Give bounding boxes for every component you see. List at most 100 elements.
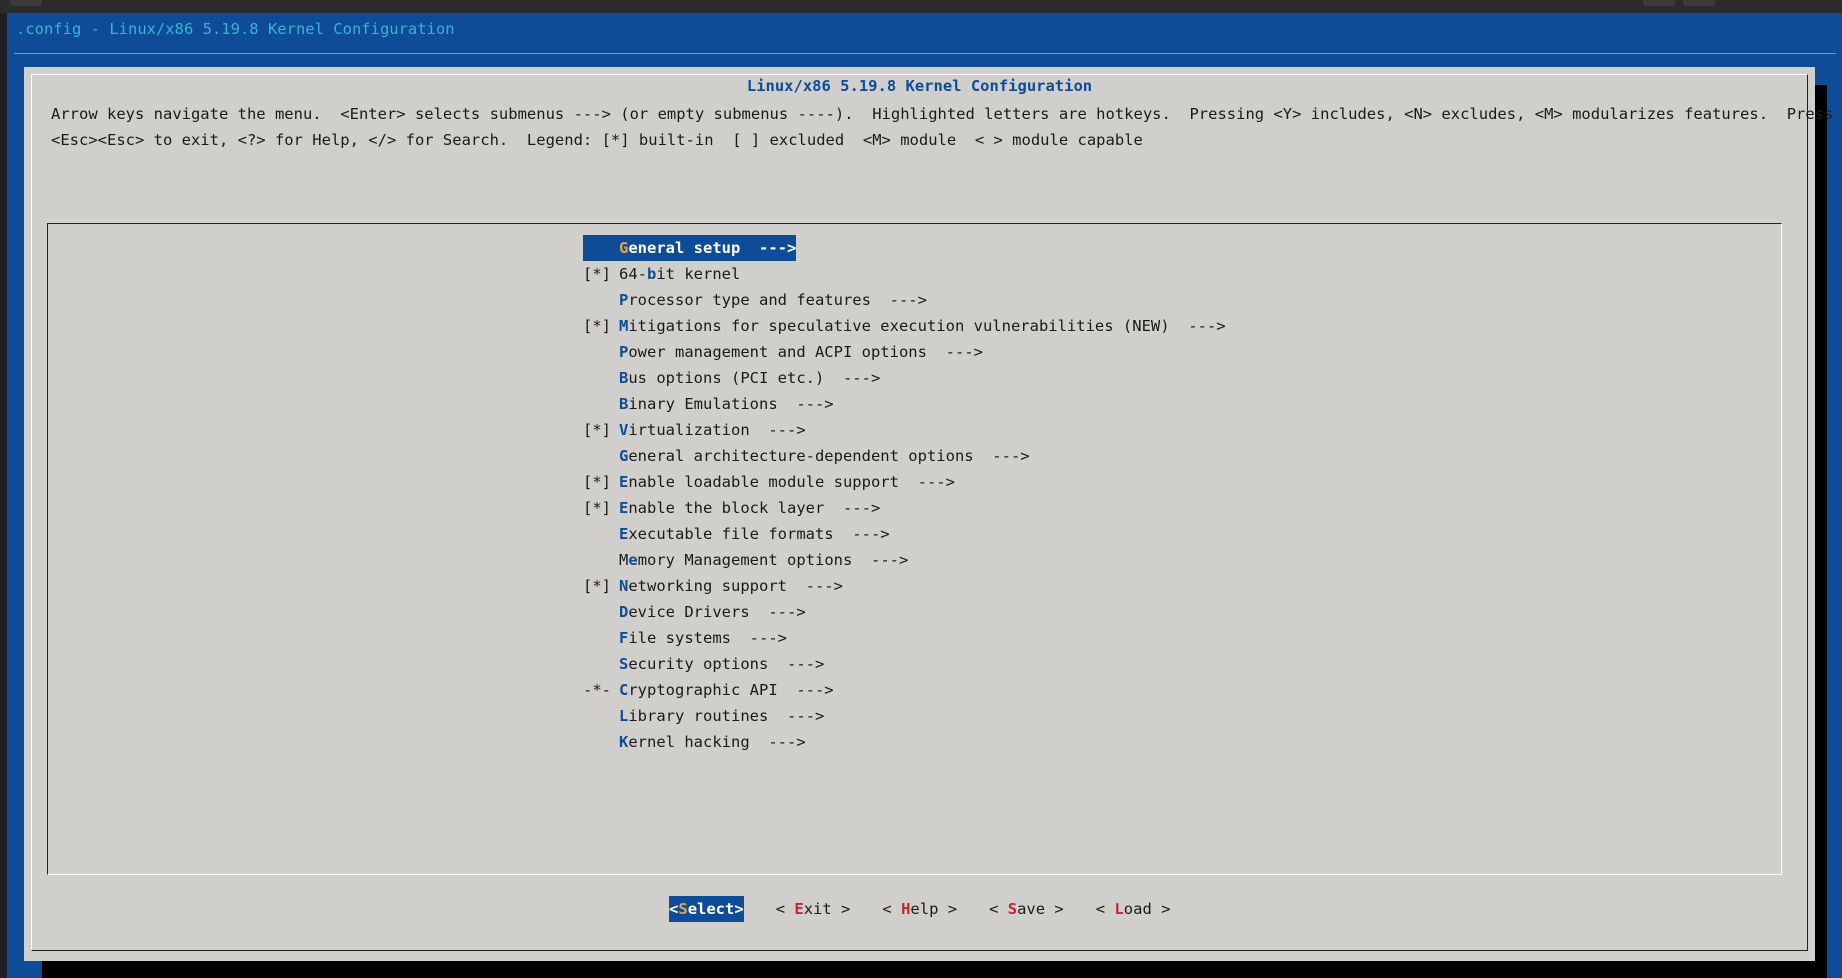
menu-item[interactable]: Processor type and features ---> bbox=[583, 287, 1226, 313]
dialog-shadow bbox=[1815, 85, 1827, 975]
button-bracket: < bbox=[1095, 900, 1115, 918]
menu-item-hotkey: C bbox=[619, 681, 629, 699]
help-text: Arrow keys navigate the menu. <Enter> se… bbox=[51, 101, 1833, 153]
menu-item[interactable]: [*] Networking support ---> bbox=[583, 573, 1226, 599]
menu-item-content: [*] Mitigations for speculative execution… bbox=[583, 317, 1226, 335]
menu-item[interactable]: Security options ---> bbox=[583, 651, 1226, 677]
menu-item-label: irtualization ---> bbox=[628, 421, 806, 439]
load-button[interactable]: < Load > bbox=[1096, 896, 1171, 922]
menu-item-content: General architecture-dependent options -… bbox=[583, 447, 1030, 465]
window-menu-button[interactable] bbox=[10, 0, 42, 6]
menu-item-hotkey: P bbox=[619, 291, 629, 309]
menu-item[interactable]: Power management and ACPI options ---> bbox=[583, 339, 1226, 365]
menu-item-content: [*] Enable the block layer ---> bbox=[583, 499, 880, 517]
menu-item-content: [*] Virtualization ---> bbox=[583, 421, 806, 439]
menu-item-content: Library routines ---> bbox=[583, 707, 824, 725]
menu-item-hotkey: S bbox=[619, 655, 629, 673]
menu-item-content: Bus options (PCI etc.) ---> bbox=[583, 369, 880, 387]
menu-item-label: ryptographic API ---> bbox=[628, 681, 834, 699]
menu-item[interactable]: Binary Emulations ---> bbox=[583, 391, 1226, 417]
button-hotkey: S bbox=[1007, 900, 1018, 918]
button-hotkey: L bbox=[1114, 900, 1124, 918]
menu-item-content: Power management and ACPI options ---> bbox=[583, 343, 983, 361]
menu-item[interactable]: [*] Mitigations for speculative execution… bbox=[583, 313, 1226, 339]
menu-item-label: mory Management options ---> bbox=[637, 551, 909, 569]
menu-item-hotkey: G bbox=[619, 239, 629, 257]
menu-list: General setup ---> [*] 64-bit kernel Proces… bbox=[583, 235, 1226, 755]
menu-item-hotkey: B bbox=[619, 369, 629, 387]
menu-item-content: [*] Enable loadable module support ---> bbox=[583, 473, 955, 491]
menu-item[interactable]: Device Drivers ---> bbox=[583, 599, 1226, 625]
menu-item-content: Security options ---> bbox=[583, 655, 824, 673]
menu-item[interactable]: Bus options (PCI etc.) ---> bbox=[583, 365, 1226, 391]
menu-item-label: nable loadable module support ---> bbox=[628, 473, 955, 491]
menu-item-state: [*] bbox=[583, 317, 611, 335]
dialog-shadow bbox=[42, 961, 1827, 978]
menu-item-hotkey: K bbox=[619, 733, 629, 751]
menu-item-hotkey: e bbox=[628, 551, 638, 569]
button-label: elp bbox=[910, 900, 939, 918]
button-bracket: < bbox=[989, 900, 1008, 918]
menu-item[interactable]: General setup ---> bbox=[583, 235, 1226, 261]
menu-item-content: Memory Management options ---> bbox=[583, 551, 908, 569]
menu-item-label: etworking support ---> bbox=[628, 577, 843, 595]
terminal-screen: .config - Linux/x86 5.19.8 Kernel Config… bbox=[7, 13, 1842, 978]
menu-item-state: [*] bbox=[583, 421, 611, 439]
menu-item[interactable]: [*] Enable the block layer ---> bbox=[583, 495, 1226, 521]
menu-item[interactable]: Executable file formats ---> bbox=[583, 521, 1226, 547]
menu-item-label: inary Emulations ---> bbox=[628, 395, 834, 413]
menu-item[interactable]: [*] 64-bit kernel bbox=[583, 261, 1226, 287]
menu-item-hotkey: M bbox=[619, 317, 629, 335]
button-bracket: > bbox=[734, 900, 744, 918]
menu-item-hotkey: P bbox=[619, 343, 629, 361]
window-control-button[interactable] bbox=[1643, 0, 1675, 6]
menu-item-label-start: M bbox=[619, 551, 629, 569]
dialog-title: Linux/x86 5.19.8 Kernel Configuration bbox=[746, 77, 1093, 95]
menu-item-content: -*- Cryptographic API ---> bbox=[583, 681, 834, 699]
menu-item[interactable]: General architecture-dependent options -… bbox=[583, 443, 1226, 469]
menu-item-hotkey: F bbox=[619, 629, 629, 647]
menu-item-content: Binary Emulations ---> bbox=[583, 395, 834, 413]
exit-button[interactable]: < Exit > bbox=[776, 896, 851, 922]
menu-item-content: File systems ---> bbox=[583, 629, 787, 647]
menu-item[interactable]: Kernel hacking ---> bbox=[583, 729, 1226, 755]
menu-item-hotkey: V bbox=[619, 421, 629, 439]
menu-item-label: ile systems ---> bbox=[628, 629, 787, 647]
menu-item-hotkey: B bbox=[619, 395, 629, 413]
menu-item-label: us options (PCI etc.) ---> bbox=[628, 369, 881, 387]
menu-item-hotkey: D bbox=[619, 603, 629, 621]
menu-item-label: ower management and ACPI options ---> bbox=[628, 343, 983, 361]
menu-item-label: xecutable file formats ---> bbox=[628, 525, 890, 543]
select-button[interactable]: <Select> bbox=[669, 896, 744, 922]
menu-item[interactable]: [*] Enable loadable module support ---> bbox=[583, 469, 1226, 495]
window-control-button[interactable] bbox=[1683, 0, 1715, 6]
menu-item-label: it kernel bbox=[656, 265, 741, 283]
menu-item[interactable]: Memory Management options ---> bbox=[583, 547, 1226, 573]
button-bracket: > bbox=[1151, 900, 1171, 918]
menu-item-content: General setup ---> bbox=[583, 235, 797, 261]
menu-item-state: [*] bbox=[583, 265, 611, 283]
menu-item-content: Executable file formats ---> bbox=[583, 525, 890, 543]
menu-item[interactable]: Library routines ---> bbox=[583, 703, 1226, 729]
menu-item-content: Processor type and features ---> bbox=[583, 291, 927, 309]
menu-item[interactable]: -*- Cryptographic API ---> bbox=[583, 677, 1226, 703]
menu-item-label: eneral setup ---> bbox=[628, 239, 797, 257]
window-titlebar bbox=[0, 0, 1842, 13]
menu-item-label: ibrary routines ---> bbox=[628, 707, 825, 725]
menu-item-label: itigations for speculative execution vul… bbox=[628, 317, 1226, 335]
button-bracket: < bbox=[882, 900, 902, 918]
help-line: <Esc><Esc> to exit, <?> for Help, </> fo… bbox=[51, 131, 1143, 149]
menu-item-content: [*] Networking support ---> bbox=[583, 577, 843, 595]
help-line: Arrow keys navigate the menu. <Enter> se… bbox=[51, 105, 1834, 123]
help-button[interactable]: < Help > bbox=[882, 896, 957, 922]
menu-item-label: nable the block layer ---> bbox=[628, 499, 881, 517]
menu-item[interactable]: [*] Virtualization ---> bbox=[583, 417, 1226, 443]
save-button[interactable]: < Save > bbox=[989, 896, 1064, 922]
button-hotkey: S bbox=[678, 900, 688, 918]
menu-item-content: [*] 64-bit kernel bbox=[583, 265, 740, 283]
menu-item-content: Device Drivers ---> bbox=[583, 603, 806, 621]
menu-item-state: [*] bbox=[583, 499, 611, 517]
button-label: ave bbox=[1017, 900, 1046, 918]
menu-item[interactable]: File systems ---> bbox=[583, 625, 1226, 651]
menu-item-label-start: 64- bbox=[619, 265, 647, 283]
